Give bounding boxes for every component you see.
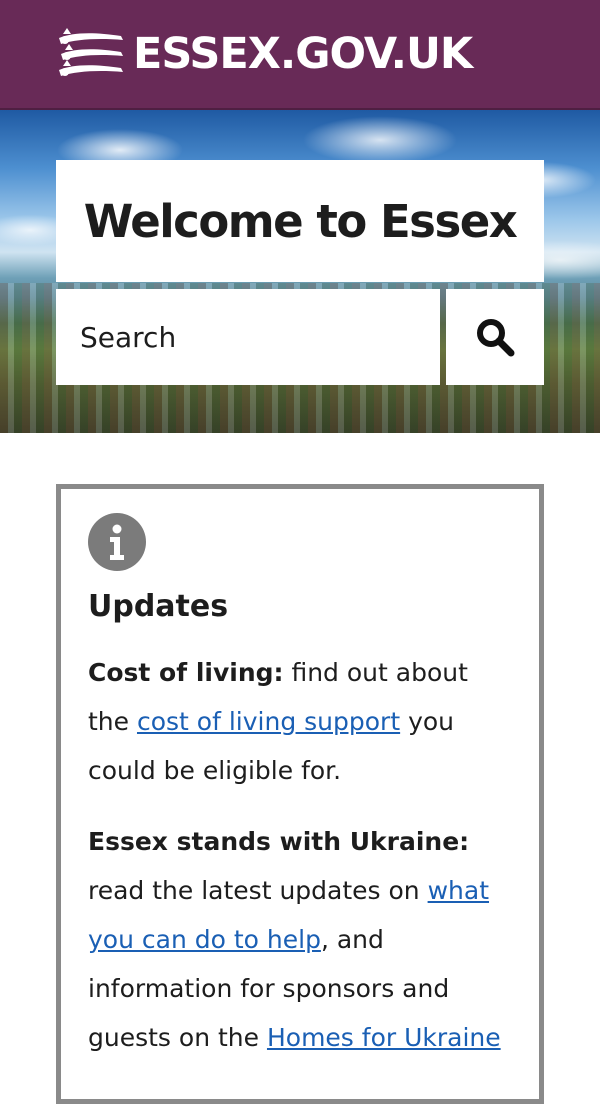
update-cost-of-living: Cost of living: find out about the cost … [88, 648, 513, 795]
update-text: read the latest updates on [88, 876, 428, 905]
welcome-panel: Welcome to Essex [56, 160, 544, 282]
hero-banner: Welcome to Essex [0, 110, 600, 433]
homes-for-ukraine-link[interactable]: Homes for Ukraine [267, 1023, 501, 1052]
cost-of-living-link[interactable]: cost of living support [137, 707, 400, 736]
site-logo-text: ESSEX.GOV.UK [133, 29, 473, 79]
home-link[interactable]: ESSEX.GOV.UK [55, 24, 473, 84]
update-label: Cost of living: [88, 658, 284, 687]
update-label: Essex stands with Ukraine: [88, 827, 470, 856]
essex-seaxes-icon [59, 28, 123, 76]
page-title: Welcome to Essex [83, 194, 518, 248]
update-ukraine: Essex stands with Ukraine: read the late… [88, 817, 513, 1062]
updates-heading: Updates [88, 589, 229, 624]
search-form [56, 289, 544, 385]
search-icon [477, 319, 515, 357]
search-input[interactable] [56, 289, 440, 385]
search-button[interactable] [446, 289, 544, 385]
info-icon [88, 513, 146, 571]
updates-panel: Updates Cost of living: find out about t… [56, 484, 544, 1104]
site-header: ESSEX.GOV.UK [0, 0, 600, 110]
